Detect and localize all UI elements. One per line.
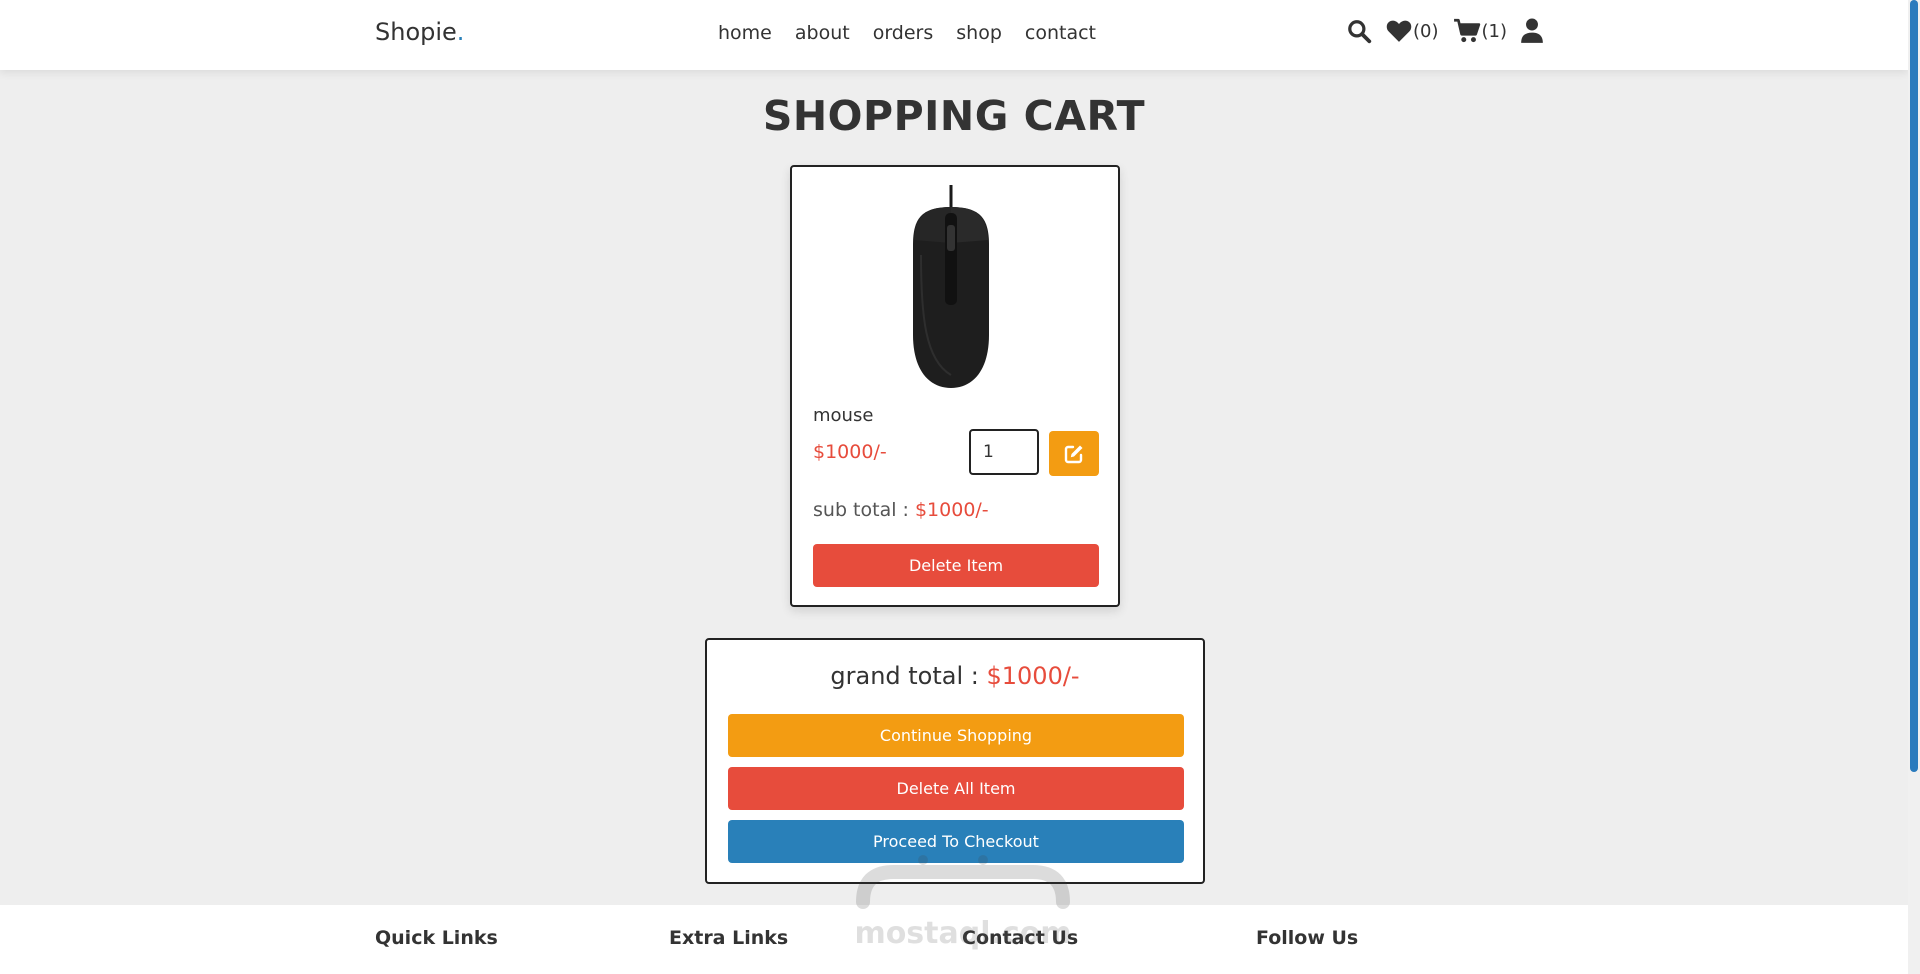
header-icons: (0) (1)	[1346, 18, 1557, 44]
user-button[interactable]	[1521, 18, 1543, 44]
subtotal-label: sub total :	[813, 499, 915, 521]
product-price: $1000/-	[813, 441, 887, 463]
update-quantity-button[interactable]	[1049, 431, 1099, 476]
main-nav: home about orders shop contact	[718, 22, 1119, 44]
page-viewport: Shopie. home about orders shop contact (…	[0, 0, 1908, 974]
search-icon	[1348, 20, 1372, 44]
site-logo[interactable]: Shopie.	[375, 18, 464, 46]
checkout-button[interactable]: Proceed To Checkout	[728, 820, 1184, 863]
grand-total: grand total : $1000/-	[707, 662, 1203, 690]
cart-count: (1)	[1481, 20, 1508, 42]
site-header: Shopie. home about orders shop contact (…	[0, 0, 1908, 70]
grand-total-label: grand total :	[830, 662, 987, 690]
delete-item-button[interactable]: Delete Item	[813, 544, 1099, 587]
quantity-input[interactable]	[969, 429, 1039, 475]
wishlist-button[interactable]: (0)	[1386, 19, 1439, 43]
cart-totals: grand total : $1000/- Continue Shopping …	[705, 638, 1205, 884]
footer-quick-links-heading: Quick Links	[375, 927, 498, 949]
nav-home[interactable]: home	[718, 22, 772, 44]
edit-icon	[1064, 445, 1083, 463]
nav-about[interactable]: about	[795, 22, 850, 44]
footer-contact-heading: Contact Us	[962, 927, 1079, 949]
subtotal-value: $1000/-	[914, 499, 989, 521]
user-icon	[1521, 18, 1543, 43]
page-scrollbar[interactable]	[1908, 0, 1920, 974]
cart-item-card: mouse $1000/- sub total : $1000/- Delete…	[790, 165, 1120, 607]
delete-all-button[interactable]: Delete All Item	[728, 767, 1184, 810]
continue-shopping-button[interactable]: Continue Shopping	[728, 714, 1184, 757]
product-image	[913, 185, 989, 388]
footer-extra-links-heading: Extra Links	[669, 927, 789, 949]
site-footer: Quick Links Extra Links Contact Us Follo…	[0, 905, 1908, 974]
item-subtotal: sub total : $1000/-	[813, 499, 989, 521]
logo-text: Shopie	[375, 18, 457, 46]
nav-shop[interactable]: shop	[956, 22, 1002, 44]
nav-contact[interactable]: contact	[1025, 22, 1096, 44]
footer-follow-heading: Follow Us	[1256, 927, 1359, 949]
scrollbar-thumb[interactable]	[1910, 0, 1918, 772]
logo-dot: .	[456, 18, 465, 46]
search-button[interactable]	[1346, 18, 1372, 44]
wishlist-count: (0)	[1413, 20, 1439, 42]
page-title: SHOPPING CART	[762, 92, 1146, 140]
nav-orders[interactable]: orders	[873, 22, 934, 44]
grand-total-value: $1000/-	[986, 662, 1080, 690]
product-name: mouse	[813, 405, 874, 426]
heart-icon	[1386, 20, 1412, 42]
cart-button[interactable]: (1)	[1453, 18, 1508, 44]
cart-icon	[1453, 18, 1480, 43]
